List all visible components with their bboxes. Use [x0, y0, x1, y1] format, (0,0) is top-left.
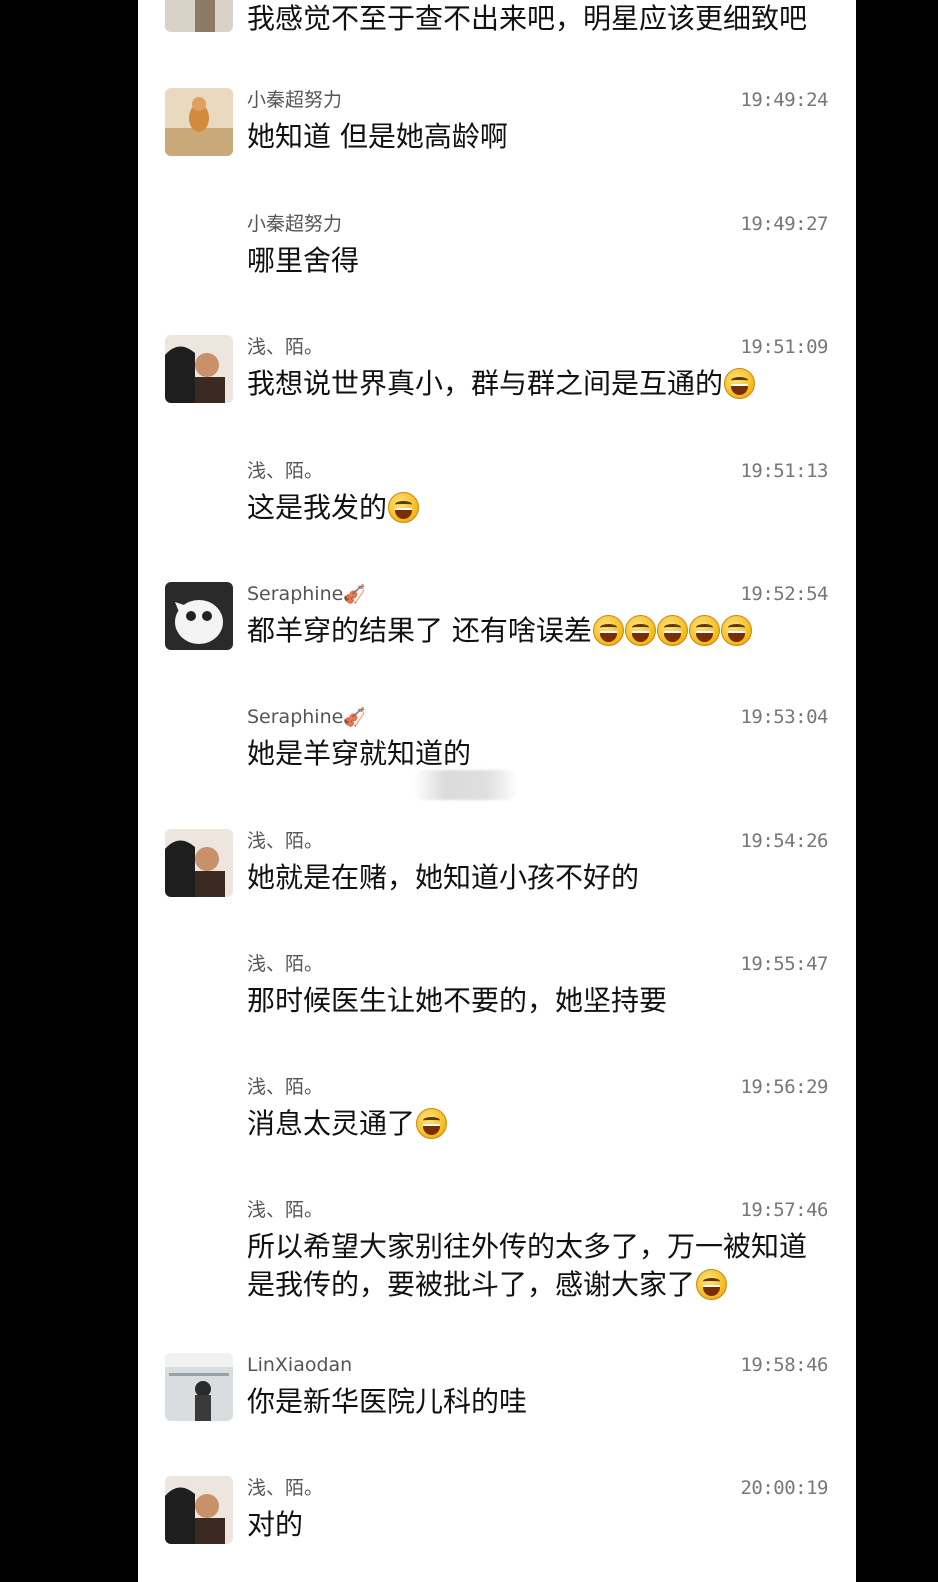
message-text: 我想说世界真小，群与群之间是互通的	[247, 365, 837, 403]
message-text: 对的	[247, 1508, 304, 1541]
message-text: 你是新华医院儿科的哇	[247, 1385, 528, 1418]
sender-name[interactable]: 小秦超努力	[247, 88, 342, 112]
timestamp: 19:51:13	[740, 460, 828, 482]
sender-name[interactable]: Seraphine🎻	[247, 582, 366, 607]
timestamp: 19:51:09	[740, 336, 828, 358]
sender-name[interactable]: 浅、陌。	[247, 829, 323, 853]
sender-name[interactable]: 浅、陌。	[247, 1075, 323, 1099]
message-text: 所以希望大家别往外传的太多了，万一被知道是我传的，要被批斗了，感谢大家了	[247, 1230, 808, 1301]
timestamp: 19:49:24	[740, 89, 828, 111]
violin-icon: 🎻	[343, 707, 366, 728]
sender-name[interactable]: 浅、陌。	[247, 335, 323, 359]
timestamp: 19:54:26	[740, 830, 828, 852]
avatar[interactable]	[165, 0, 233, 32]
violin-icon: 🎻	[343, 584, 366, 605]
timestamp: 19:56:29	[740, 1076, 828, 1098]
sender-name[interactable]: 浅、陌。	[247, 459, 323, 483]
avatar[interactable]	[165, 88, 233, 156]
laughing-tears-emoji	[592, 615, 624, 646]
message-text: 哪里舍得	[247, 244, 360, 277]
chat-panel: 我感觉不至于查不出来吧，明星应该更细致吧 小秦超努力 19:49:24 她知道 …	[138, 0, 856, 1582]
laughing-tears-emoji	[416, 1108, 448, 1139]
timestamp: 20:00:19	[740, 1477, 828, 1499]
sender-name[interactable]: 小秦超努力	[247, 212, 342, 236]
avatar[interactable]	[165, 582, 233, 650]
message-text: 她是羊穿就知道的	[247, 737, 472, 770]
laughing-tears-emoji	[656, 615, 688, 646]
laughing-tears-emoji	[724, 368, 756, 399]
laughing-tears-emoji	[688, 615, 720, 646]
message-text: 那时候医生让她不要的，她坚持要	[247, 984, 668, 1017]
sender-name[interactable]: 浅、陌。	[247, 1476, 323, 1500]
timestamp: 19:52:54	[740, 583, 828, 605]
message-text: 消息太灵通了	[247, 1105, 837, 1143]
avatar[interactable]	[165, 1353, 233, 1421]
laughing-tears-emoji	[696, 1269, 728, 1300]
message-text: 我感觉不至于查不出来吧，明星应该更细致吧	[247, 2, 808, 35]
watermark-smudge	[414, 770, 518, 800]
message-text: 她知道 但是她高龄啊	[247, 120, 508, 153]
timestamp: 19:58:46	[740, 1354, 828, 1376]
timestamp: 19:55:47	[740, 953, 828, 975]
sender-name[interactable]: Seraphine🎻	[247, 705, 366, 730]
timestamp: 19:49:27	[740, 213, 828, 235]
timestamp: 19:53:04	[740, 706, 828, 728]
laughing-tears-emoji	[388, 492, 420, 523]
sender-name[interactable]: LinXiaodan	[247, 1353, 352, 1377]
avatar[interactable]	[165, 335, 233, 403]
avatar[interactable]	[165, 829, 233, 897]
avatar[interactable]	[165, 1476, 233, 1544]
message-text: 她就是在赌，她知道小孩不好的	[247, 861, 640, 894]
message-text: 这是我发的	[247, 489, 837, 527]
laughing-tears-emoji	[720, 615, 752, 646]
sender-name[interactable]: 浅、陌。	[247, 1198, 323, 1222]
laughing-tears-emoji	[624, 615, 656, 646]
sender-name[interactable]: 浅、陌。	[247, 952, 323, 976]
message-text: 都羊穿的结果了 还有啥误差	[247, 612, 837, 650]
timestamp: 19:57:46	[740, 1199, 828, 1221]
